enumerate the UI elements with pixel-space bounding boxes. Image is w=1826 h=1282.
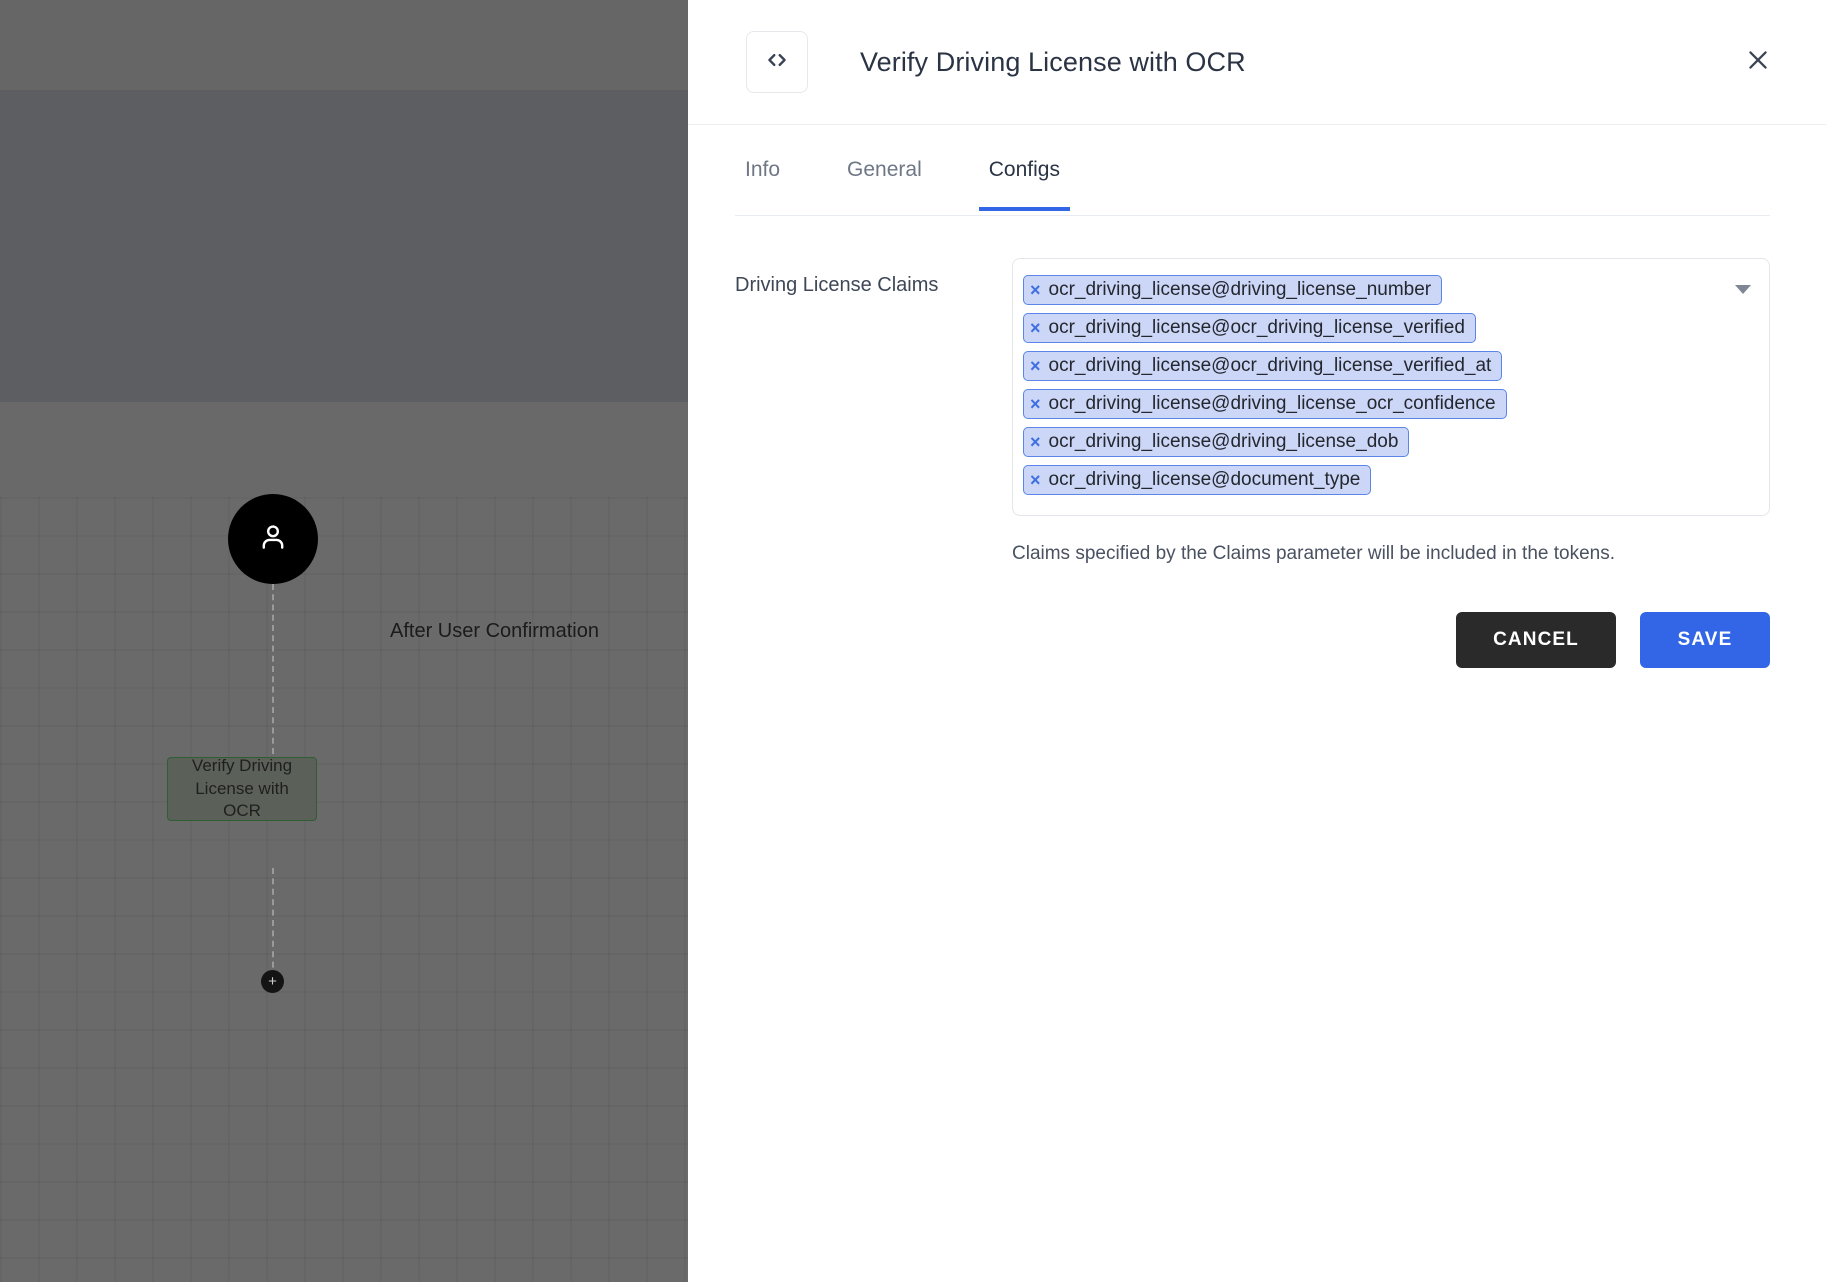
canvas-band-lower	[0, 402, 688, 498]
plus-icon: +	[268, 973, 277, 990]
chip-label: ocr_driving_license@document_type	[1048, 469, 1361, 490]
claim-chip-row: × ocr_driving_license@ocr_driving_license…	[1023, 309, 1723, 347]
chip-remove-icon[interactable]: ×	[1030, 357, 1041, 375]
dialog-header: Verify Driving License with OCR	[688, 0, 1826, 125]
driving-license-claims-field: × ocr_driving_license@driving_license_num…	[1012, 258, 1770, 565]
chip-remove-icon[interactable]: ×	[1030, 395, 1041, 413]
claim-chip-row: × ocr_driving_license@driving_license_dob	[1023, 423, 1723, 461]
chip-remove-icon[interactable]: ×	[1030, 433, 1041, 451]
user-icon	[256, 520, 290, 559]
start-node[interactable]	[228, 494, 318, 584]
add-node-button[interactable]: +	[261, 970, 284, 993]
chip-label: ocr_driving_license@driving_license_ocr_…	[1048, 393, 1496, 414]
chip-remove-icon[interactable]: ×	[1030, 319, 1041, 337]
chip-label: ocr_driving_license@driving_license_dob	[1048, 431, 1399, 452]
close-icon	[1744, 46, 1772, 79]
flow-connector-upper	[272, 584, 274, 754]
claim-chip[interactable]: × ocr_driving_license@driving_license_ocr…	[1023, 389, 1507, 419]
chip-label: ocr_driving_license@ocr_driving_license_…	[1048, 355, 1492, 376]
claim-chip[interactable]: × ocr_driving_license@driving_license_dob	[1023, 427, 1410, 457]
code-brackets-icon	[764, 47, 790, 78]
dialog-actions: CANCEL SAVE	[688, 612, 1770, 668]
claim-chip-row: × ocr_driving_license@driving_license_num…	[1023, 271, 1723, 309]
tab-general[interactable]: General	[837, 158, 932, 210]
chip-remove-icon[interactable]: ×	[1030, 471, 1041, 489]
node-settings-dialog: Verify Driving License with OCR Info Gen…	[688, 0, 1826, 1282]
claims-multiselect[interactable]: × ocr_driving_license@driving_license_num…	[1012, 258, 1770, 516]
canvas-band-middle	[0, 90, 688, 402]
flow-canvas[interactable]: After User Confirmation Verify Driving L…	[0, 0, 688, 1282]
claims-field-hint: Claims specified by the Claims parameter…	[1012, 543, 1615, 564]
cancel-button[interactable]: CANCEL	[1456, 612, 1616, 668]
chip-label: ocr_driving_license@driving_license_numb…	[1048, 279, 1432, 300]
flow-connector-lower	[272, 868, 274, 978]
tab-configs[interactable]: Configs	[978, 158, 1071, 211]
dialog-title: Verify Driving License with OCR	[860, 46, 1246, 77]
chip-label: ocr_driving_license@ocr_driving_license_…	[1048, 317, 1465, 338]
code-brackets-icon-button[interactable]	[746, 31, 808, 93]
dialog-tabs: Info General Configs	[735, 125, 1770, 216]
close-button[interactable]	[1736, 40, 1780, 84]
driving-license-claims-label: Driving License Claims	[735, 274, 939, 296]
claim-chip-row: × ocr_driving_license@document_type	[1023, 461, 1723, 499]
claim-chip-row: × ocr_driving_license@driving_license_ocr…	[1023, 385, 1723, 423]
chip-remove-icon[interactable]: ×	[1030, 281, 1041, 299]
claims-chip-list: × ocr_driving_license@driving_license_num…	[1023, 271, 1723, 499]
tab-info[interactable]: Info	[735, 158, 790, 210]
save-button[interactable]: SAVE	[1640, 612, 1770, 668]
claim-chip[interactable]: × ocr_driving_license@ocr_driving_license…	[1023, 313, 1476, 343]
claim-chip[interactable]: × ocr_driving_license@driving_license_num…	[1023, 275, 1443, 305]
start-node-label: After User Confirmation	[390, 620, 599, 642]
canvas-band-top	[0, 0, 688, 90]
claim-chip[interactable]: × ocr_driving_license@ocr_driving_license…	[1023, 351, 1503, 381]
canvas-grid	[0, 497, 688, 1282]
flow-node-label: Verify Driving License with OCR	[191, 755, 293, 821]
claim-chip-row: × ocr_driving_license@ocr_driving_license…	[1023, 347, 1723, 385]
claim-chip[interactable]: × ocr_driving_license@document_type	[1023, 465, 1372, 495]
chevron-down-icon[interactable]	[1735, 285, 1751, 294]
flow-node-verify-driving-license[interactable]: Verify Driving License with OCR	[167, 755, 317, 821]
configs-form: Driving License Claims × ocr_driving_lice…	[688, 216, 1826, 565]
